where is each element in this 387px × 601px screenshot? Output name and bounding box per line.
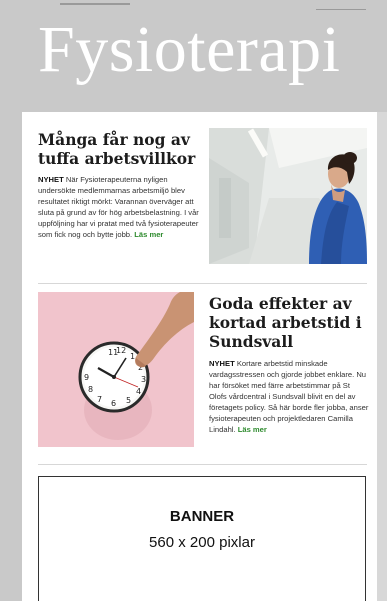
nurse-in-corridor-photo <box>209 128 367 264</box>
article-2-image[interactable]: 11 12 1 2 3 4 5 6 7 8 9 <box>38 292 194 447</box>
article-1-tag: NYHET <box>38 175 64 184</box>
article-1: Många får nog av tuffa arbetsvillkor NYH… <box>38 130 201 240</box>
article-1-text: När Fysioterapeuterna nyligen undersökte… <box>38 175 199 239</box>
scrollbar[interactable] <box>377 112 387 601</box>
svg-text:6: 6 <box>111 399 116 408</box>
banner-label: BANNER <box>169 508 235 525</box>
magazine-title: Fysioterapi <box>38 13 341 86</box>
banner-size: 560 x 200 pixlar <box>149 534 255 551</box>
masthead-rule <box>60 3 130 5</box>
svg-text:8: 8 <box>88 385 93 394</box>
svg-text:4: 4 <box>136 387 141 396</box>
article-1-image[interactable] <box>209 128 367 264</box>
svg-text:1: 1 <box>130 352 135 361</box>
article-2-text: Kortare arbetstid minskade vardagsstress… <box>209 359 369 434</box>
article-2-headline[interactable]: Goda effekter av kortad arbetstid i Sund… <box>209 294 369 351</box>
banner-placeholder[interactable]: BANNER 560 x 200 pixlar <box>38 476 366 601</box>
masthead: Fysioterapi <box>0 0 387 110</box>
article-1-read-more-link[interactable]: Läs mer <box>134 230 163 239</box>
article-2-read-more-link[interactable]: Läs mer <box>238 425 267 434</box>
article-2-body: NYHET Kortare arbetstid minskade vardags… <box>209 358 369 435</box>
svg-text:12: 12 <box>116 346 126 355</box>
newsletter-content: Många får nog av tuffa arbetsvillkor NYH… <box>22 112 385 601</box>
divider <box>38 283 367 284</box>
svg-text:9: 9 <box>84 373 89 382</box>
article-1-headline[interactable]: Många får nog av tuffa arbetsvillkor <box>38 130 201 168</box>
svg-text:7: 7 <box>97 395 102 404</box>
hand-turning-clock-photo: 11 12 1 2 3 4 5 6 7 8 9 <box>38 292 194 447</box>
divider <box>38 464 367 465</box>
svg-text:3: 3 <box>141 375 146 384</box>
article-2: Goda effekter av kortad arbetstid i Sund… <box>209 294 369 435</box>
article-1-body: NYHET När Fysioterapeuterna nyligen unde… <box>38 174 201 240</box>
article-2-tag: NYHET <box>209 359 235 368</box>
svg-text:5: 5 <box>126 396 131 405</box>
